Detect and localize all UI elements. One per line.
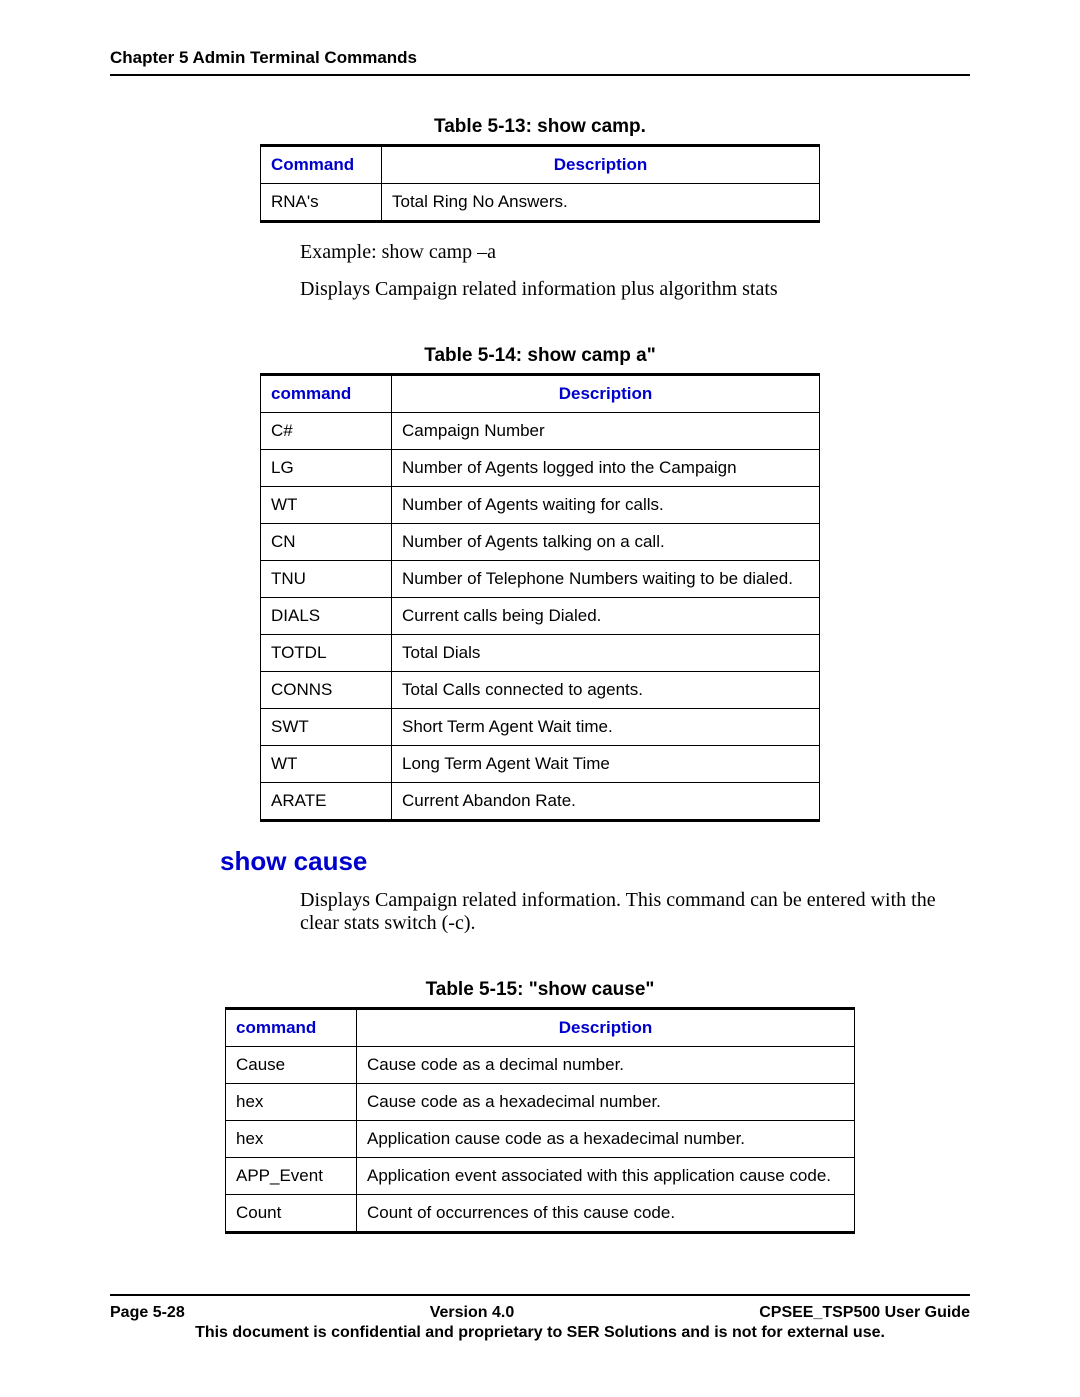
cell: TOTDL: [261, 635, 392, 672]
table-row: C#Campaign Number: [261, 413, 820, 450]
cell: WT: [261, 746, 392, 783]
cell: Count of occurrences of this cause code.: [357, 1195, 855, 1233]
table-row: TNUNumber of Telephone Numbers waiting t…: [261, 561, 820, 598]
table-513: Command Description RNA's Total Ring No …: [260, 144, 820, 223]
table-514-title: Table 5-14: show camp a": [110, 345, 970, 367]
table-513-title: Table 5-13: show camp.: [110, 116, 970, 138]
table-514-col-command: command: [261, 375, 392, 413]
table-row: CauseCause code as a decimal number.: [226, 1047, 855, 1084]
table-515-title: Table 5-15: "show cause": [110, 979, 970, 1001]
table-row: ARATECurrent Abandon Rate.: [261, 783, 820, 821]
cell: Current Abandon Rate.: [392, 783, 820, 821]
table-row: TOTDLTotal Dials: [261, 635, 820, 672]
cell: Short Term Agent Wait time.: [392, 709, 820, 746]
footer-guide: CPSEE_TSP500 User Guide: [759, 1304, 970, 1322]
cell: TNU: [261, 561, 392, 598]
cell: ARATE: [261, 783, 392, 821]
cell: LG: [261, 450, 392, 487]
cell: Cause code as a hexadecimal number.: [357, 1084, 855, 1121]
cell: Number of Telephone Numbers waiting to b…: [392, 561, 820, 598]
table-row: APP_EventApplication event associated wi…: [226, 1158, 855, 1195]
footer-version: Version 4.0: [430, 1304, 515, 1322]
cell: CONNS: [261, 672, 392, 709]
table-row: SWTShort Term Agent Wait time.: [261, 709, 820, 746]
table-row: LGNumber of Agents logged into the Campa…: [261, 450, 820, 487]
cell: Number of Agents talking on a call.: [392, 524, 820, 561]
table-515: command Description CauseCause code as a…: [225, 1007, 855, 1234]
table-514-col-description: Description: [392, 375, 820, 413]
section-heading-show-cause: show cause: [110, 846, 970, 877]
body-text: Displays Campaign related information. T…: [110, 889, 970, 935]
table-515-col-description: Description: [357, 1009, 855, 1047]
body-text: Displays Campaign related information pl…: [110, 278, 970, 301]
footer-page: Page 5-28: [110, 1304, 185, 1322]
cell: WT: [261, 487, 392, 524]
table-row: WTNumber of Agents waiting for calls.: [261, 487, 820, 524]
cell: Application cause code as a hexadecimal …: [357, 1121, 855, 1158]
cell: Long Term Agent Wait Time: [392, 746, 820, 783]
cell: Number of Agents waiting for calls.: [392, 487, 820, 524]
table-row: hexCause code as a hexadecimal number.: [226, 1084, 855, 1121]
footer-confidential-note: This document is confidential and propri…: [110, 1324, 970, 1342]
cell: Cause code as a decimal number.: [357, 1047, 855, 1084]
table-row: hexApplication cause code as a hexadecim…: [226, 1121, 855, 1158]
page-header: Chapter 5 Admin Terminal Commands: [110, 48, 970, 76]
table-row: CountCount of occurrences of this cause …: [226, 1195, 855, 1233]
table-row: RNA's Total Ring No Answers.: [261, 184, 820, 222]
cell: CN: [261, 524, 392, 561]
cell: Total Ring No Answers.: [382, 184, 820, 222]
cell: Campaign Number: [392, 413, 820, 450]
cell: Cause: [226, 1047, 357, 1084]
cell: C#: [261, 413, 392, 450]
cell: Total Dials: [392, 635, 820, 672]
cell: Application event associated with this a…: [357, 1158, 855, 1195]
cell: SWT: [261, 709, 392, 746]
cell: Number of Agents logged into the Campaig…: [392, 450, 820, 487]
page-footer: Page 5-28 Version 4.0 CPSEE_TSP500 User …: [110, 1294, 970, 1342]
table-515-col-command: command: [226, 1009, 357, 1047]
cell: DIALS: [261, 598, 392, 635]
cell: Current calls being Dialed.: [392, 598, 820, 635]
table-row: WTLong Term Agent Wait Time: [261, 746, 820, 783]
cell: RNA's: [261, 184, 382, 222]
cell: hex: [226, 1084, 357, 1121]
cell: Count: [226, 1195, 357, 1233]
example-text: Example: show camp –a: [110, 241, 970, 264]
table-513-col-description: Description: [382, 146, 820, 184]
table-514: command Description C#Campaign Number LG…: [260, 373, 820, 822]
table-513-col-command: Command: [261, 146, 382, 184]
table-row: CONNSTotal Calls connected to agents.: [261, 672, 820, 709]
cell: APP_Event: [226, 1158, 357, 1195]
cell: Total Calls connected to agents.: [392, 672, 820, 709]
table-row: DIALSCurrent calls being Dialed.: [261, 598, 820, 635]
cell: hex: [226, 1121, 357, 1158]
table-row: CNNumber of Agents talking on a call.: [261, 524, 820, 561]
